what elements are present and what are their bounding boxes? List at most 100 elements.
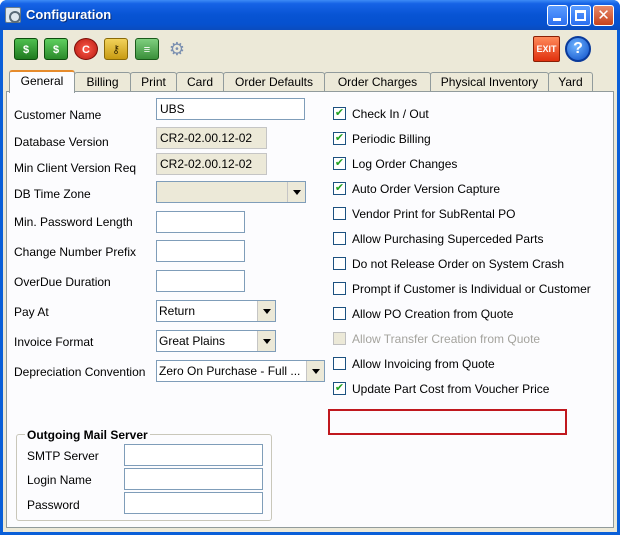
- min-password-length-field[interactable]: [156, 211, 245, 233]
- highlight-box: [328, 409, 567, 435]
- save-billing-icon: $: [14, 38, 38, 60]
- clear-icon: C: [74, 38, 98, 60]
- minimize-button[interactable]: [547, 5, 568, 26]
- maximize-button[interactable]: [570, 5, 591, 26]
- checkbox-label: Do not Release Order on System Crash: [352, 257, 565, 271]
- chevron-down-icon[interactable]: [287, 182, 305, 202]
- password-label: Password: [27, 498, 80, 512]
- outgoing-mail-server-group: Outgoing Mail Server SMTP Server Login N…: [16, 428, 272, 521]
- report-tool-button[interactable]: ≡: [133, 36, 161, 62]
- checkbox-box[interactable]: ✔: [333, 157, 346, 170]
- checkbox-vendor-print-subrental-po[interactable]: Vendor Print for SubRental PO: [331, 205, 591, 223]
- settings-icon: ⚙: [168, 39, 186, 59]
- maximize-icon: [575, 10, 586, 21]
- password-field[interactable]: [124, 492, 263, 514]
- tab-order-charges[interactable]: Order Charges: [324, 72, 431, 92]
- invoice-format-value: Great Plains: [159, 334, 226, 348]
- database-version-label: Database Version: [14, 135, 109, 149]
- help-button[interactable]: ?: [565, 36, 591, 62]
- depreciation-convention-select[interactable]: Zero On Purchase - Full ...: [156, 360, 325, 382]
- checkbox-allow-invoicing-from-quote[interactable]: Allow Invoicing from Quote: [331, 355, 591, 373]
- checkbox-label: Auto Order Version Capture: [352, 182, 501, 196]
- db-time-zone-select[interactable]: [156, 181, 306, 203]
- configuration-window: Configuration ✕ $ $ C ⚷ ≡ ⚙ EXIT ? Gener…: [0, 0, 620, 535]
- tab-general[interactable]: General: [9, 70, 75, 93]
- chevron-down-icon[interactable]: [257, 331, 275, 351]
- checkbox-box[interactable]: [333, 357, 346, 370]
- tab-billing[interactable]: Billing: [74, 72, 131, 92]
- clear-tool-button[interactable]: C: [72, 36, 100, 62]
- checkbox-prompt-if-customer-individual[interactable]: Prompt if Customer is Individual or Cust…: [331, 280, 591, 298]
- checkbox-box[interactable]: [333, 232, 346, 245]
- tab-print[interactable]: Print: [130, 72, 177, 92]
- min-client-version-label: Min Client Version Req: [14, 161, 137, 175]
- tab-order-defaults[interactable]: Order Defaults: [223, 72, 325, 92]
- checkbox-allow-purchasing-superceded-parts[interactable]: Allow Purchasing Superceded Parts: [331, 230, 591, 248]
- checkbox-do-not-release-order[interactable]: Do not Release Order on System Crash: [331, 255, 591, 273]
- settings-tool-button[interactable]: ⚙: [163, 36, 191, 62]
- smtp-server-field[interactable]: [124, 444, 263, 466]
- close-icon: ✕: [597, 7, 610, 24]
- checkbox-box[interactable]: ✔: [333, 382, 346, 395]
- title-bar[interactable]: Configuration ✕: [0, 0, 620, 30]
- tab-card[interactable]: Card: [176, 72, 224, 92]
- client-area: $ $ C ⚷ ≡ ⚙ EXIT ? General Billing Print…: [3, 30, 617, 532]
- checkbox-label: Allow Purchasing Superceded Parts: [352, 232, 544, 246]
- login-name-label: Login Name: [27, 473, 92, 487]
- min-client-version-value: CR2-02.00.12-02: [156, 153, 267, 175]
- overdue-duration-label: OverDue Duration: [14, 275, 111, 289]
- report-icon: ≡: [135, 38, 159, 60]
- overdue-duration-field[interactable]: [156, 270, 245, 292]
- customer-name-field[interactable]: UBS: [156, 98, 305, 120]
- minimize-icon: [553, 18, 561, 21]
- window-title: Configuration: [26, 7, 112, 22]
- users-icon: ⚷: [104, 38, 128, 60]
- chevron-down-icon[interactable]: [257, 301, 275, 321]
- checkbox-box[interactable]: ✔: [333, 107, 346, 120]
- checkbox-update-part-cost-from-voucher[interactable]: ✔ Update Part Cost from Voucher Price: [331, 380, 591, 398]
- depreciation-convention-label: Depreciation Convention: [14, 365, 146, 379]
- tab-yard[interactable]: Yard: [548, 72, 593, 92]
- pay-at-select[interactable]: Return: [156, 300, 276, 322]
- checkbox-box[interactable]: [333, 257, 346, 270]
- depreciation-convention-value: Zero On Purchase - Full ...: [159, 364, 301, 378]
- checkbox-periodic-billing[interactable]: ✔ Periodic Billing: [331, 130, 591, 148]
- checkbox-box[interactable]: [333, 307, 346, 320]
- checkbox-box[interactable]: ✔: [333, 132, 346, 145]
- login-name-field[interactable]: [124, 468, 263, 490]
- checkbox-label: Check In / Out: [352, 107, 429, 121]
- tab-physical-inventory[interactable]: Physical Inventory: [430, 72, 549, 92]
- checkbox-log-order-changes[interactable]: ✔ Log Order Changes: [331, 155, 591, 173]
- outgoing-mail-server-title: Outgoing Mail Server: [25, 428, 150, 442]
- checkbox-label: Update Part Cost from Voucher Price: [352, 382, 550, 396]
- change-number-prefix-label: Change Number Prefix: [14, 245, 137, 259]
- invoice-format-label: Invoice Format: [14, 335, 94, 349]
- checkbox-label: Prompt if Customer is Individual or Cust…: [352, 282, 591, 296]
- general-panel: Customer Name UBS Database Version CR2-0…: [6, 91, 614, 528]
- checkbox-allow-transfer-creation-from-quote: Allow Transfer Creation from Quote: [331, 330, 591, 348]
- database-version-value: CR2-02.00.12-02: [156, 127, 267, 149]
- pay-at-label: Pay At: [14, 305, 49, 319]
- tab-strip: General Billing Print Card Order Default…: [6, 70, 614, 93]
- invoice-icon: $: [44, 38, 68, 60]
- checkbox-check-in-out[interactable]: ✔ Check In / Out: [331, 105, 591, 123]
- users-tool-button[interactable]: ⚷: [102, 36, 130, 62]
- invoice-tool-button[interactable]: $: [42, 36, 70, 62]
- invoice-format-select[interactable]: Great Plains: [156, 330, 276, 352]
- close-button[interactable]: ✕: [593, 5, 614, 26]
- checkbox-label: Periodic Billing: [352, 132, 431, 146]
- exit-button[interactable]: EXIT: [533, 36, 560, 62]
- checkbox-allow-po-creation-from-quote[interactable]: Allow PO Creation from Quote: [331, 305, 591, 323]
- checkbox-label: Allow Invoicing from Quote: [352, 357, 495, 371]
- change-number-prefix-field[interactable]: [156, 240, 245, 262]
- checkbox-box[interactable]: [333, 207, 346, 220]
- min-password-length-label: Min. Password Length: [14, 215, 133, 229]
- checkbox-box[interactable]: [333, 282, 346, 295]
- billing-tool-button[interactable]: $: [12, 36, 40, 62]
- checkbox-box[interactable]: ✔: [333, 182, 346, 195]
- app-icon: [5, 7, 21, 23]
- chevron-down-icon[interactable]: [306, 361, 324, 381]
- checkbox-auto-order-version-capture[interactable]: ✔ Auto Order Version Capture: [331, 180, 591, 198]
- checkbox-label: Allow PO Creation from Quote: [352, 307, 514, 321]
- checkbox-label: Allow Transfer Creation from Quote: [352, 332, 541, 346]
